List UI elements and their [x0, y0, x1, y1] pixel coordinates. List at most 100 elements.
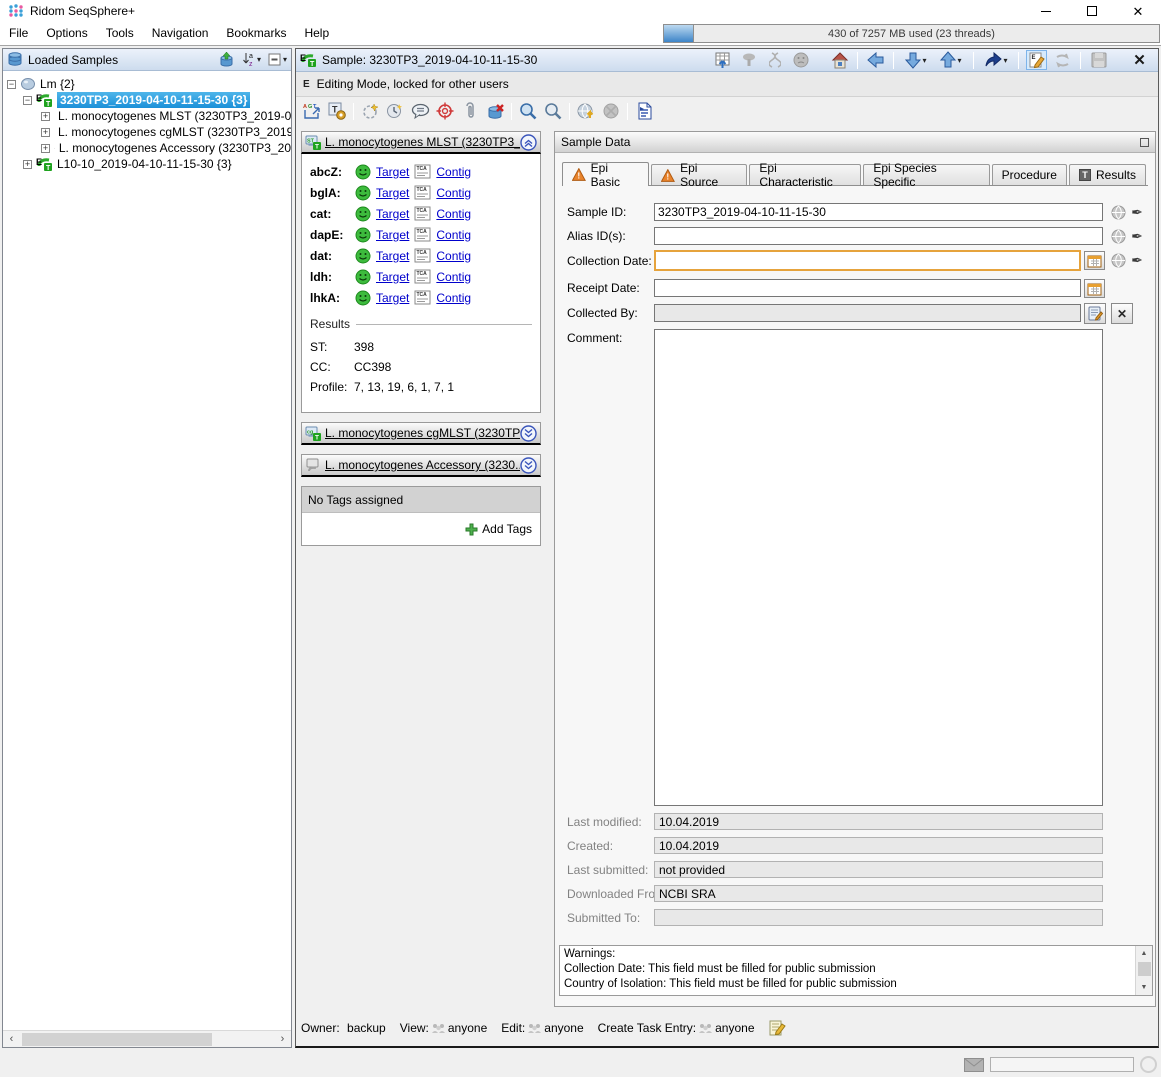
menu-navigation[interactable]: Navigation: [143, 22, 218, 45]
tab-results[interactable]: T Results: [1069, 164, 1146, 185]
scroll-down-icon[interactable]: ▼: [1137, 980, 1152, 995]
tab-epi-source[interactable]: ! Epi Source: [651, 164, 747, 185]
export-image-button[interactable]: AGT: [301, 100, 323, 122]
close-button[interactable]: ✕: [1115, 0, 1161, 22]
globe-field-icon[interactable]: [1110, 204, 1126, 220]
scrollbar-thumb[interactable]: [1138, 962, 1151, 976]
contig-link[interactable]: Contig: [436, 228, 471, 242]
target-button[interactable]: [434, 100, 456, 122]
tab-procedure[interactable]: Procedure: [992, 164, 1067, 185]
submit-button[interactable]: [575, 100, 597, 122]
submission-report-button[interactable]: [633, 100, 655, 122]
tree-view-button[interactable]: [738, 50, 759, 70]
target-link[interactable]: Target: [376, 207, 409, 221]
collection-date-calendar-button[interactable]: [1084, 251, 1105, 270]
back-button[interactable]: [865, 50, 886, 70]
horizontal-scrollbar[interactable]: ‹ ›: [3, 1030, 291, 1047]
history-button[interactable]: [384, 100, 406, 122]
previous-sample-button[interactable]: ▾: [936, 50, 966, 70]
receipt-date-calendar-button[interactable]: [1084, 279, 1105, 298]
tree-node-sample-other[interactable]: + E T L10-10_2019-04-10-11-15-30 {3}: [3, 156, 291, 172]
cgmlst-panel-title-link[interactable]: L. monocytogenes cgMLST (3230TP3...: [325, 426, 520, 440]
minimize-button[interactable]: [1023, 0, 1069, 22]
tab-epi-characteristic[interactable]: Epi Characteristic: [749, 164, 861, 185]
expand-chevron-icon[interactable]: [520, 425, 537, 442]
scroll-left-icon[interactable]: ‹: [3, 1031, 20, 1048]
scrollbar-thumb[interactable]: [22, 1033, 212, 1046]
warnings-scrollbar[interactable]: ▲ ▼: [1135, 946, 1152, 995]
home-button[interactable]: [829, 50, 850, 70]
edit-permissions-icon[interactable]: [769, 1020, 786, 1036]
contig-link[interactable]: Contig: [436, 291, 471, 305]
expand-toggle-icon[interactable]: +: [41, 128, 50, 137]
menu-bookmarks[interactable]: Bookmarks: [217, 22, 295, 45]
search-db-button[interactable]: [517, 100, 539, 122]
contig-link[interactable]: Contig: [436, 249, 471, 263]
collection-date-input[interactable]: [654, 250, 1081, 271]
menu-options[interactable]: Options: [37, 22, 96, 45]
quill-field-icon[interactable]: ✒: [1129, 228, 1145, 244]
quill-field-icon[interactable]: ✒: [1129, 252, 1145, 268]
mail-icon[interactable]: [964, 1058, 984, 1072]
expand-toggle-icon[interactable]: +: [23, 160, 32, 169]
tab-epi-basic[interactable]: ! Epi Basic: [562, 162, 649, 186]
comment-textarea[interactable]: [654, 329, 1103, 806]
menu-tools[interactable]: Tools: [97, 22, 143, 45]
add-tags-button[interactable]: Add Tags: [465, 522, 532, 536]
receipt-date-input[interactable]: [654, 279, 1081, 297]
collected-by-lookup-button[interactable]: [1084, 303, 1106, 324]
target-link[interactable]: Target: [376, 165, 409, 179]
tree-node-cgmlst[interactable]: + cg T L. monocytogenes cgMLST (3230TP3_…: [3, 124, 291, 140]
comment-button[interactable]: [409, 100, 431, 122]
collapse-toggle-icon[interactable]: −: [7, 80, 16, 89]
alias-id-input[interactable]: [654, 227, 1103, 245]
contig-link[interactable]: Contig: [436, 165, 471, 179]
sort-button[interactable]: a z ▾: [242, 52, 261, 67]
mlst-panel-title-link[interactable]: L. monocytogenes MLST (3230TP3_2...: [325, 135, 520, 149]
menu-file[interactable]: File: [0, 22, 37, 45]
collapse-chevron-icon[interactable]: [520, 134, 537, 151]
unsubmit-button[interactable]: [600, 100, 622, 122]
goto-button[interactable]: ▾: [981, 50, 1011, 70]
collapse-all-button[interactable]: ▾: [268, 53, 287, 66]
attachment-button[interactable]: [459, 100, 481, 122]
target-link[interactable]: Target: [376, 270, 409, 284]
target-link[interactable]: Target: [376, 291, 409, 305]
expand-toggle-icon[interactable]: +: [41, 112, 50, 121]
search-local-button[interactable]: [542, 100, 564, 122]
recreate-button[interactable]: [359, 100, 381, 122]
dna-view-button[interactable]: [764, 50, 785, 70]
expand-chevron-icon[interactable]: [520, 457, 537, 474]
contig-link[interactable]: Contig: [436, 207, 471, 221]
delete-from-db-button[interactable]: [484, 100, 506, 122]
scroll-right-icon[interactable]: ›: [274, 1031, 291, 1048]
tree-node-sample-selected[interactable]: − E T 3230TP3_2019-04-10-11-15-30 {3}: [3, 92, 291, 108]
sample-id-input[interactable]: [654, 203, 1103, 221]
maximize-button[interactable]: [1069, 0, 1115, 22]
maximize-panel-icon[interactable]: [1140, 138, 1149, 147]
tree-node-project[interactable]: − Lm {2}: [3, 76, 291, 92]
export-table-button[interactable]: [712, 50, 733, 70]
collected-by-clear-button[interactable]: ✕: [1111, 303, 1133, 324]
contig-link[interactable]: Contig: [436, 270, 471, 284]
expand-toggle-icon[interactable]: +: [41, 144, 50, 153]
edit-mode-button[interactable]: E: [1026, 50, 1047, 70]
close-view-button[interactable]: ✕: [1129, 50, 1150, 70]
quill-field-icon[interactable]: ✒: [1129, 204, 1145, 220]
tab-epi-species-specific[interactable]: Epi Species Specific: [863, 164, 989, 185]
contig-link[interactable]: Contig: [436, 186, 471, 200]
next-sample-button[interactable]: ▾: [901, 50, 931, 70]
procedure-settings-button[interactable]: T: [326, 100, 348, 122]
tree-node-accessory[interactable]: + L. monocytogenes Accessory (3230TP3_20: [3, 140, 291, 156]
qc-face-button[interactable]: [790, 50, 811, 70]
accessory-panel-title-link[interactable]: L. monocytogenes Accessory (3230...: [325, 458, 520, 472]
globe-field-icon[interactable]: [1110, 252, 1126, 268]
memory-usage-bar[interactable]: 430 of 7257 MB used (23 threads): [663, 24, 1160, 43]
globe-field-icon[interactable]: [1110, 228, 1126, 244]
tree-node-mlst[interactable]: + ST T L. monocytogenes MLST (3230TP3_20…: [3, 108, 291, 124]
revert-button[interactable]: [1052, 50, 1073, 70]
scroll-up-icon[interactable]: ▲: [1137, 946, 1152, 961]
target-link[interactable]: Target: [376, 249, 409, 263]
target-link[interactable]: Target: [376, 186, 409, 200]
collapse-toggle-icon[interactable]: −: [23, 96, 32, 105]
